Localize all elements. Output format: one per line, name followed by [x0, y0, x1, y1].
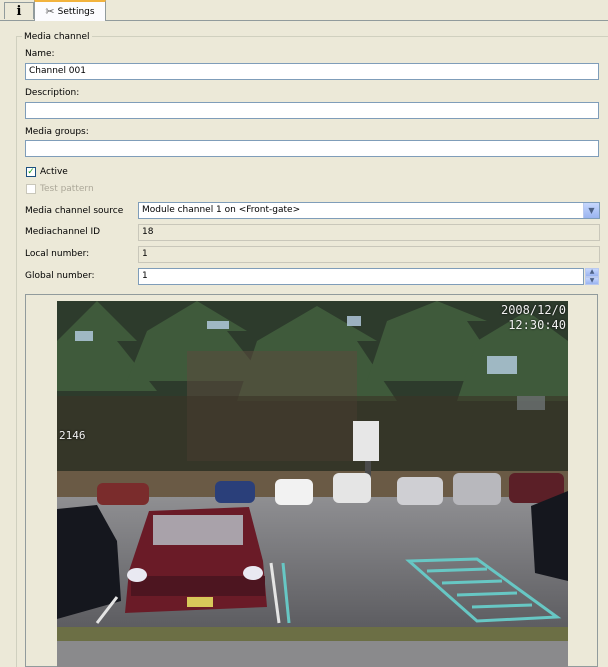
name-field[interactable]: Channel 001 [25, 63, 599, 80]
tab-info[interactable]: i [4, 2, 34, 19]
global-number-label: Global number: [25, 271, 95, 281]
osd-time: 12:30:40 [508, 318, 566, 332]
media-groups-field[interactable] [25, 140, 599, 157]
osd-side: 2146 [59, 429, 86, 442]
source-value: Module channel 1 on <Front-gate> [142, 205, 301, 215]
description-field[interactable] [25, 102, 599, 119]
wrench-icon: ✂ [45, 5, 55, 18]
chevron-down-icon[interactable]: ▼ [583, 203, 599, 218]
global-number-spinner[interactable]: ▲ ▼ [585, 268, 599, 285]
camera-preview: 2008/12/0 12:30:40 2146 [57, 301, 568, 667]
active-label: Active [40, 167, 68, 177]
id-label: Mediachannel ID [25, 227, 101, 237]
active-checkbox[interactable]: ✓ [26, 167, 36, 177]
test-pattern-checkbox [26, 184, 36, 194]
source-label: Media channel source [25, 206, 124, 216]
id-field: 18 [138, 224, 600, 241]
camera-image [57, 301, 568, 667]
local-number-field: 1 [138, 246, 600, 263]
spin-up-icon[interactable]: ▲ [585, 268, 599, 277]
media-groups-label: Media groups: [25, 127, 89, 137]
local-number-label: Local number: [25, 249, 90, 259]
global-number-field[interactable]: 1 [138, 268, 584, 285]
tab-settings[interactable]: ✂ Settings [34, 0, 106, 21]
tab-settings-label: Settings [57, 6, 95, 17]
tab-bar: i ✂ Settings [0, 0, 608, 21]
spin-down-icon[interactable]: ▼ [585, 276, 599, 285]
osd-date: 2008/12/0 [500, 303, 566, 317]
group-title: Media channel [22, 32, 92, 42]
description-label: Description: [25, 88, 80, 98]
test-pattern-label: Test pattern [40, 184, 94, 194]
name-label: Name: [25, 49, 55, 59]
info-icon: i [16, 3, 22, 19]
source-select[interactable]: Module channel 1 on <Front-gate> ▼ [138, 202, 600, 219]
